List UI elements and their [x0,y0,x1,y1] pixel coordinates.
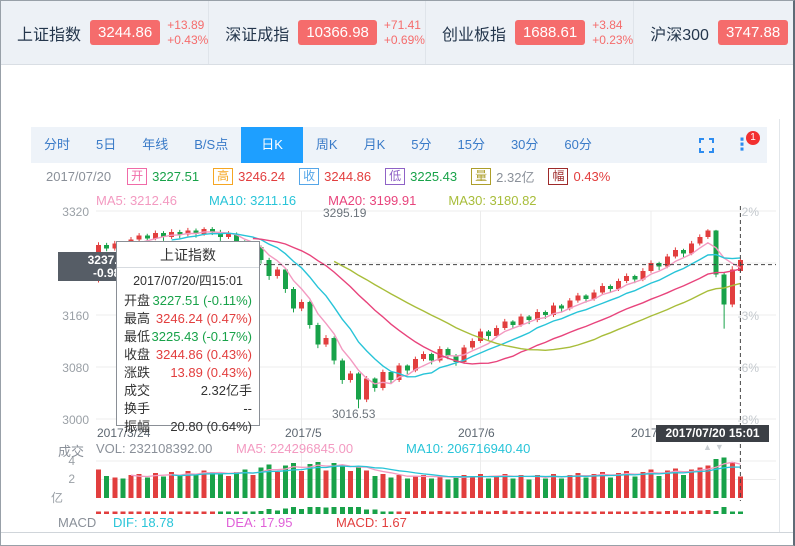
tooltip-value: 3227.51 (-0.11%) [152,293,253,308]
panel-divider [779,119,780,533]
ticker-pct: +0.23% [592,32,634,47]
volume-axis-label: 2 [68,472,75,486]
info-value-high: 3246.24 [238,168,286,184]
tooltip-label: 涨跌 [124,365,151,380]
ticker-shenzhen[interactable]: 深证成指 10366.98 +71.41 +0.69% [209,1,426,64]
tooltip-label: 最低 [124,329,151,344]
tooltip-value: 3225.43 (-0.17%) [151,329,252,344]
ticker-name: 创业板指 [441,26,506,44]
info-key-open: 开 [127,167,148,185]
ticker-change: +13.89 [167,17,205,32]
tooltip-value: 13.89 (0.43%) [170,365,252,380]
tab-5min[interactable]: 5分 [398,127,444,163]
ticker-price-badge: 10366.98 [298,20,377,45]
ticker-change: +71.41 [383,17,421,32]
tab-weekly-k[interactable]: 周K [303,127,351,163]
tooltip-label: 开盘 [124,293,151,308]
tab-60min[interactable]: 60分 [551,127,604,163]
tooltip-label: 成交 [124,383,151,398]
tab-5day[interactable]: 5日 [83,127,129,163]
tab-bs-points[interactable]: B/S点 [181,127,241,163]
tab-minute[interactable]: 分时 [31,127,83,163]
info-value-close: 3244.86 [324,168,372,184]
tab-15min[interactable]: 15分 [444,127,497,163]
volume-ma10-value: MA10: 206716940.40 [406,441,531,456]
scale-up-icon[interactable]: ▲ [703,442,715,452]
ticker-name: 上证指数 [17,26,82,44]
volume-ma5-value: MA5: 224296845.00 [236,441,354,456]
bottom-border-line [1,532,793,533]
tooltip-value: 3244.86 (0.43%) [155,347,252,362]
ticker-price-badge: 3244.86 [90,20,161,45]
ticker-chinext[interactable]: 创业板指 1688.61 +3.84 +0.23% [426,1,635,64]
ticker-shanghai[interactable]: 上证指数 3244.86 +13.89 +0.43% [1,1,210,64]
ticker-change: +3.84 [592,17,623,32]
info-key-low: 低 [385,167,406,185]
notification-badge: 1 [746,131,760,145]
tooltip-value: 3246.24 (0.47%) [155,311,252,326]
ticker-name: 沪深300 [650,26,709,44]
period-tab-bar: 分时 5日 年线 B/S点 日K 周K 月K 5分 15分 30分 60分 ⋮ … [31,127,767,163]
ticker-csi300[interactable]: 沪深300 3747.88 +18.14 +0.49% [634,1,793,64]
info-key-high: 高 [213,167,234,185]
tooltip-label: 振幅 [124,419,151,434]
macd-dif-value: DIF: 18.78 [113,515,174,530]
tooltip-label: 最高 [124,311,151,326]
scale-down-icon[interactable]: ▼ [715,442,727,452]
tab-yearly[interactable]: 年线 [129,127,181,163]
kline-tooltip: 上证指数 2017/07/20/四15:01 开盘 3227.51 (-0.11%… [116,241,260,434]
ohlc-info-bar: 2017/07/20 开 3227.51 高 3246.24 收 3244.86… [46,167,610,185]
tooltip-title: 上证指数 [117,242,259,268]
info-key-volume: 量 [471,167,492,185]
y-axis-label: 3080 [62,361,89,375]
tooltip-value: -- [243,401,252,416]
macd-pane-label: MACD [58,515,97,530]
y-axis-label: 3160 [62,309,89,323]
y-axis-label: 3320 [62,205,89,219]
info-date: 2017/07/20 [46,168,112,184]
volume-value: VOL: 232108392.00 [96,441,213,456]
info-value-open: 3227.51 [152,168,200,184]
info-value-volume: 2.32亿 [496,169,535,185]
tooltip-label: 收盘 [124,347,151,362]
ticker-price-badge: 1688.61 [514,20,586,45]
tab-monthly-k[interactable]: 月K [351,127,399,163]
info-key-amplitude: 幅 [548,167,569,185]
volume-axis-label: 4 [68,454,75,468]
macd-dea-value: DEA: 17.95 [226,515,293,530]
tooltip-value: 20.80 (0.64%) [170,419,252,434]
macd-value: MACD: 1.67 [336,515,407,530]
ticker-pct: +0.69% [383,32,425,47]
ticker-name: 深证成指 [225,26,290,44]
index-ticker-bar: 上证指数 3244.86 +13.89 +0.43% 深证成指 10366.98… [1,1,793,65]
tooltip-datetime: 2017/07/20/四15:01 [133,274,243,288]
tab-30min[interactable]: 30分 [498,127,551,163]
ticker-pct: +0.43% [167,32,209,47]
volume-axis-unit: 亿 [50,491,63,505]
fullscreen-icon[interactable] [697,136,715,154]
tooltip-label: 换手 [124,401,151,416]
y-axis-label: 3000 [62,413,89,427]
info-value-amplitude: 0.43% [573,168,611,184]
stock-app-window: 上证指数 3244.86 +13.89 +0.43% 深证成指 10366.98… [0,0,795,546]
info-key-close: 收 [299,167,320,185]
more-menu-icon[interactable]: ⋮ 1 [733,131,760,154]
tab-daily-k[interactable]: 日K [241,127,303,163]
info-value-low: 3225.43 [410,168,458,184]
tooltip-value: 2.32亿手 [200,383,252,398]
ticker-price-badge: 3747.88 [717,20,789,45]
